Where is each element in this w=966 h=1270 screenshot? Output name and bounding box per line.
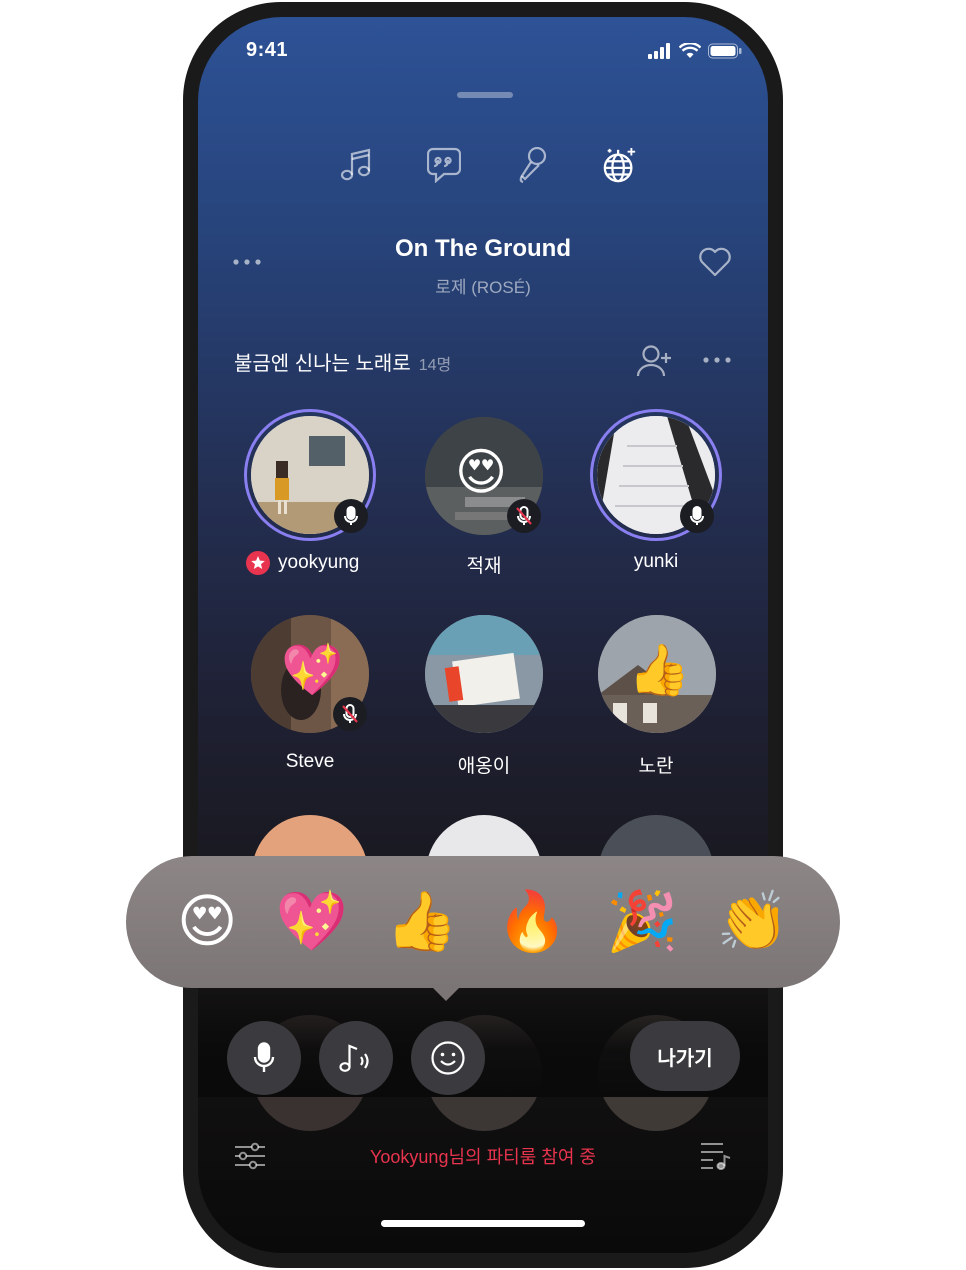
tab-party[interactable] — [602, 145, 638, 185]
participant-name: Steve — [285, 751, 335, 772]
music-sound-button[interactable] — [319, 1021, 393, 1095]
status-time: 9:41 — [246, 39, 289, 61]
room-name: 불금엔 신나는 노래로 — [234, 353, 411, 375]
mic-status — [333, 697, 367, 731]
reaction-party-popper[interactable]: 🎉 — [606, 893, 678, 951]
song-title: On The Ground — [395, 235, 571, 262]
participant-aeongi[interactable] — [425, 615, 543, 733]
song-artist[interactable]: 로제 (ROSÉ) — [298, 273, 668, 298]
wifi-icon — [679, 43, 701, 58]
reaction-heart-eyes[interactable]: 😍 — [177, 893, 237, 951]
microphone-muted-icon — [342, 704, 358, 723]
participant-noran[interactable]: 👍 — [598, 615, 716, 733]
participant-name: 노란 — [638, 756, 674, 777]
reaction-button[interactable] — [411, 1021, 485, 1095]
reaction-sparkling-heart[interactable]: 💖 — [276, 893, 348, 951]
microphone-on-icon — [690, 506, 704, 525]
avatar-photo — [425, 615, 543, 733]
song-more-button[interactable] — [232, 253, 264, 271]
party-room-screen: 9:41 On The Ground 로제 (ROSÉ) 불금엔 신나는 노래로… — [198, 17, 768, 1253]
chat-quote-icon — [427, 147, 461, 183]
invite-user-button[interactable] — [636, 343, 674, 384]
microphone-muted-icon — [516, 506, 532, 525]
mic-status — [507, 499, 541, 533]
reaction-picker-tail — [429, 984, 463, 1001]
reaction-thumbs-up[interactable]: 👍 — [386, 893, 458, 951]
avatar — [425, 615, 543, 733]
more-horizontal-icon — [233, 259, 261, 265]
participant-count: 14명 — [418, 357, 452, 374]
microphone-on-icon — [344, 506, 358, 525]
reaction-clapping[interactable]: 👏 — [717, 893, 789, 951]
participant-jeokjae[interactable]: 😍 — [425, 417, 543, 535]
participant-steve[interactable]: 💖 — [251, 615, 369, 733]
participant-name: yunki — [633, 551, 679, 572]
more-horizontal-icon — [703, 357, 731, 363]
battery-icon — [708, 43, 742, 59]
room-header: 불금엔 신나는 노래로 14명 — [234, 347, 451, 376]
tab-karaoke[interactable] — [514, 145, 550, 185]
participant-yunki[interactable] — [590, 409, 722, 541]
active-reaction: 👍 — [628, 642, 691, 698]
reaction-picker: 😍 💖 👍 🔥 🎉 👏 — [126, 856, 840, 988]
cellular-signal-icon — [648, 43, 670, 59]
microphone-icon — [253, 1042, 275, 1072]
status-icons — [648, 43, 742, 59]
party-status: Yookyung님의 파티룸 참여 중 — [370, 1147, 596, 1167]
heart-icon — [699, 247, 731, 277]
home-indicator — [381, 1220, 585, 1227]
sliders-icon — [235, 1142, 265, 1170]
active-reaction: 💖 — [281, 642, 344, 698]
host-star-icon — [246, 551, 270, 575]
participant-name: 애옹이 — [457, 756, 511, 777]
reaction-fire[interactable]: 🔥 — [496, 893, 568, 951]
tab-chat[interactable] — [426, 145, 462, 185]
room-more-button[interactable] — [702, 351, 734, 369]
participant-name: 적재 — [466, 556, 502, 577]
microphone-icon — [519, 147, 547, 183]
mode-tabs — [338, 145, 638, 185]
leave-button[interactable]: 나가기 — [630, 1021, 740, 1091]
playlist-button[interactable] — [700, 1141, 734, 1176]
settings-button[interactable] — [234, 1142, 266, 1175]
music-sound-icon — [339, 1044, 369, 1072]
mic-toggle-button[interactable] — [227, 1021, 301, 1095]
tab-music[interactable] — [338, 145, 374, 185]
active-reaction: 😍 — [455, 444, 508, 500]
participant-yookyung[interactable] — [244, 409, 376, 541]
mic-status — [334, 499, 368, 533]
sheet-grabber[interactable] — [457, 92, 513, 98]
smiley-icon — [431, 1041, 465, 1075]
disco-ball-icon — [603, 147, 636, 183]
participant-label-yookyung: yookyung — [246, 551, 359, 575]
add-user-icon — [636, 345, 671, 377]
like-button[interactable] — [698, 247, 732, 282]
mic-status — [680, 499, 714, 533]
playlist-icon — [701, 1143, 731, 1170]
music-note-icon — [341, 148, 371, 181]
participant-name: yookyung — [278, 552, 360, 573]
